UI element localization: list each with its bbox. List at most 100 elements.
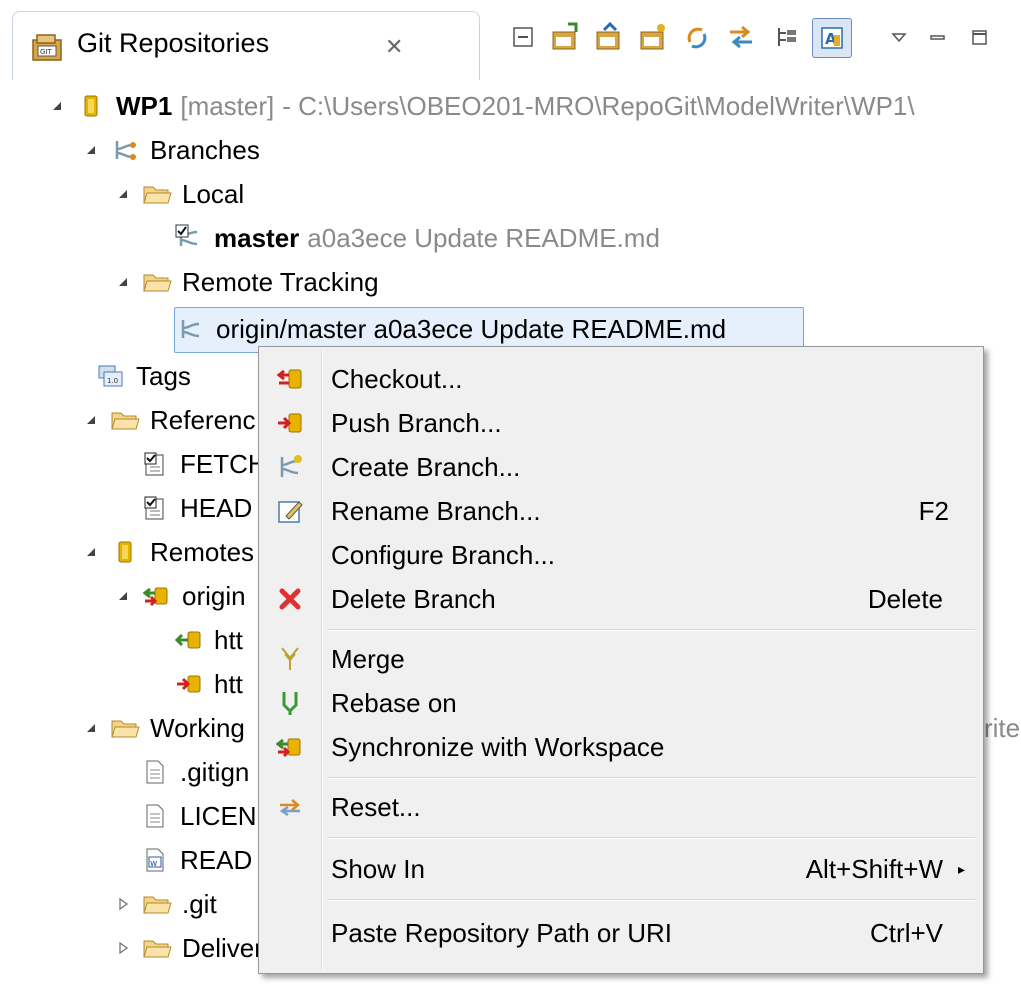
collapsed-triangle-icon[interactable] [112, 937, 134, 959]
fetch-head-label: FETCH [180, 448, 267, 479]
expanded-triangle-icon[interactable] [80, 139, 102, 161]
tree-item-readme[interactable]: w READ [140, 838, 252, 882]
tree-item-origin[interactable]: origin [112, 574, 246, 618]
menu-item-label: Push Branch... [331, 407, 502, 438]
git-repositories-tab[interactable]: GIT Git Repositories ✕ [12, 11, 480, 80]
menu-item-label: Rename Branch... [331, 495, 541, 526]
reset-icon [273, 790, 307, 824]
menu-item-label: Merge [331, 643, 405, 674]
tree-item-working-tree[interactable]: Working [80, 706, 245, 750]
expanded-triangle-icon[interactable] [46, 95, 68, 117]
menu-item-rebase-on[interactable]: Rebase on [263, 681, 979, 725]
tags-icon: 1.0 [96, 361, 126, 391]
folder-icon [142, 889, 172, 919]
expanded-triangle-icon[interactable] [80, 541, 102, 563]
git-folder-label: .git [182, 888, 217, 919]
tree-item-references[interactable]: Referenc [80, 398, 256, 442]
menu-item-label: Configure Branch... [331, 539, 556, 570]
svg-text:GIT: GIT [40, 48, 52, 56]
create-branch-icon [273, 450, 307, 484]
menu-item-shortcut: F2 [918, 495, 949, 526]
menu-item-label: Create Branch... [331, 451, 521, 482]
references-label: Referenc [150, 404, 256, 435]
merge-icon [273, 642, 307, 676]
tree-item-git-folder[interactable]: .git [112, 882, 217, 926]
text-file-icon [140, 801, 170, 831]
expanded-triangle-icon[interactable] [112, 183, 134, 205]
menu-item-reset[interactable]: Reset... [263, 785, 979, 829]
remote-icon [142, 581, 172, 611]
menu-item-synchronize[interactable]: Synchronize with Workspace [263, 725, 979, 769]
menu-item-push-branch[interactable]: Push Branch... [263, 401, 979, 445]
expanded-triangle-icon[interactable] [80, 717, 102, 739]
push-url-label: htt [214, 668, 243, 699]
menu-item-merge[interactable]: Merge [263, 637, 979, 681]
folder-icon [142, 179, 172, 209]
tree-item-fetch-url[interactable]: htt [174, 618, 243, 662]
branches-label: Branches [150, 134, 260, 165]
tree-item-local-master[interactable]: master a0a3ece Update README.md [174, 216, 660, 260]
menu-item-shortcut: Delete [867, 583, 943, 614]
close-icon[interactable]: ✕ [385, 34, 403, 60]
menu-item-show-in[interactable]: Show In Alt+Shift+W ▸ [263, 847, 979, 891]
submenu-arrow-icon: ▸ [957, 860, 965, 877]
tree-item-head[interactable]: HEAD [140, 486, 252, 530]
menu-item-paste-repository-path[interactable]: Paste Repository Path or URI Ctrl+V [263, 911, 979, 955]
show-hierarchical-icon[interactable] [768, 18, 806, 56]
tree-item-fetch-head[interactable]: FETCH [140, 442, 267, 486]
menu-item-label: Reset... [331, 791, 421, 822]
menu-separator [327, 629, 975, 631]
origin-master-label: origin/master a0a3ece Update README.md [216, 313, 727, 344]
tree-item-origin-master[interactable]: origin/master a0a3ece Update README.md [176, 307, 726, 351]
menu-item-configure-branch[interactable]: Configure Branch... [263, 533, 979, 577]
menu-separator [327, 899, 975, 901]
tree-item-license[interactable]: LICEN [140, 794, 257, 838]
menu-item-create-branch[interactable]: Create Branch... [263, 445, 979, 489]
expanded-triangle-icon[interactable] [112, 585, 134, 607]
repository-name: WP1 [116, 90, 173, 121]
menu-item-label: Show In [331, 853, 425, 884]
svg-text:w: w [150, 859, 157, 869]
fetch-url-label: htt [214, 624, 243, 655]
tree-item-tags[interactable]: 1.0 Tags [96, 354, 191, 398]
refresh-icon[interactable] [678, 18, 716, 56]
menu-item-label: Delete Branch [331, 583, 496, 614]
gitignore-label: .gitign [180, 756, 250, 787]
folder-icon [110, 405, 140, 435]
menu-item-delete-branch[interactable]: Delete Branch Delete [263, 577, 979, 621]
tree-item-branches[interactable]: Branches [80, 128, 260, 172]
create-repository-icon[interactable] [634, 18, 672, 56]
menu-item-label: Checkout... [331, 363, 463, 394]
clone-repository-icon[interactable] [590, 18, 628, 56]
repository-branch: [master] [180, 90, 275, 121]
expanded-triangle-icon[interactable] [80, 409, 102, 431]
remote-branch-icon [176, 314, 206, 344]
tree-item-push-url[interactable]: htt [174, 662, 243, 706]
add-repository-icon[interactable] [546, 18, 584, 56]
fetch-icon [174, 625, 204, 655]
link-with-selection-icon[interactable] [722, 18, 760, 56]
synchronize-icon [273, 730, 307, 764]
collapse-all-icon[interactable] [504, 18, 542, 56]
tree-item-gitignore[interactable]: .gitign [140, 750, 249, 794]
menu-item-rename-branch[interactable]: Rename Branch... F2 [263, 489, 979, 533]
minimize-icon[interactable] [918, 18, 956, 56]
working-tree-label: Working [150, 712, 245, 743]
maximize-icon[interactable] [960, 18, 998, 56]
collapsed-triangle-icon[interactable] [112, 893, 134, 915]
menu-item-checkout[interactable]: Checkout... [263, 357, 979, 401]
menu-item-shortcut: Ctrl+V [870, 917, 943, 948]
menu-item-label: Paste Repository Path or URI [331, 917, 673, 948]
tree-item-local[interactable]: Local [112, 172, 244, 216]
branches-icon [110, 135, 140, 165]
expanded-triangle-icon[interactable] [112, 271, 134, 293]
tree-item-remotes[interactable]: Remotes [80, 530, 254, 574]
view-menu-icon[interactable] [880, 18, 918, 56]
remotes-icon [110, 537, 140, 567]
tree-item-remote-tracking[interactable]: Remote Tracking [112, 260, 379, 304]
show-files-icon[interactable]: A [812, 18, 852, 58]
origin-label: origin [182, 580, 246, 611]
license-label: LICEN [180, 800, 257, 831]
remotes-label: Remotes [150, 536, 255, 567]
tree-item-repository[interactable]: WP1 [master] - C:\Users\OBEO201-MRO\Repo… [46, 84, 915, 128]
